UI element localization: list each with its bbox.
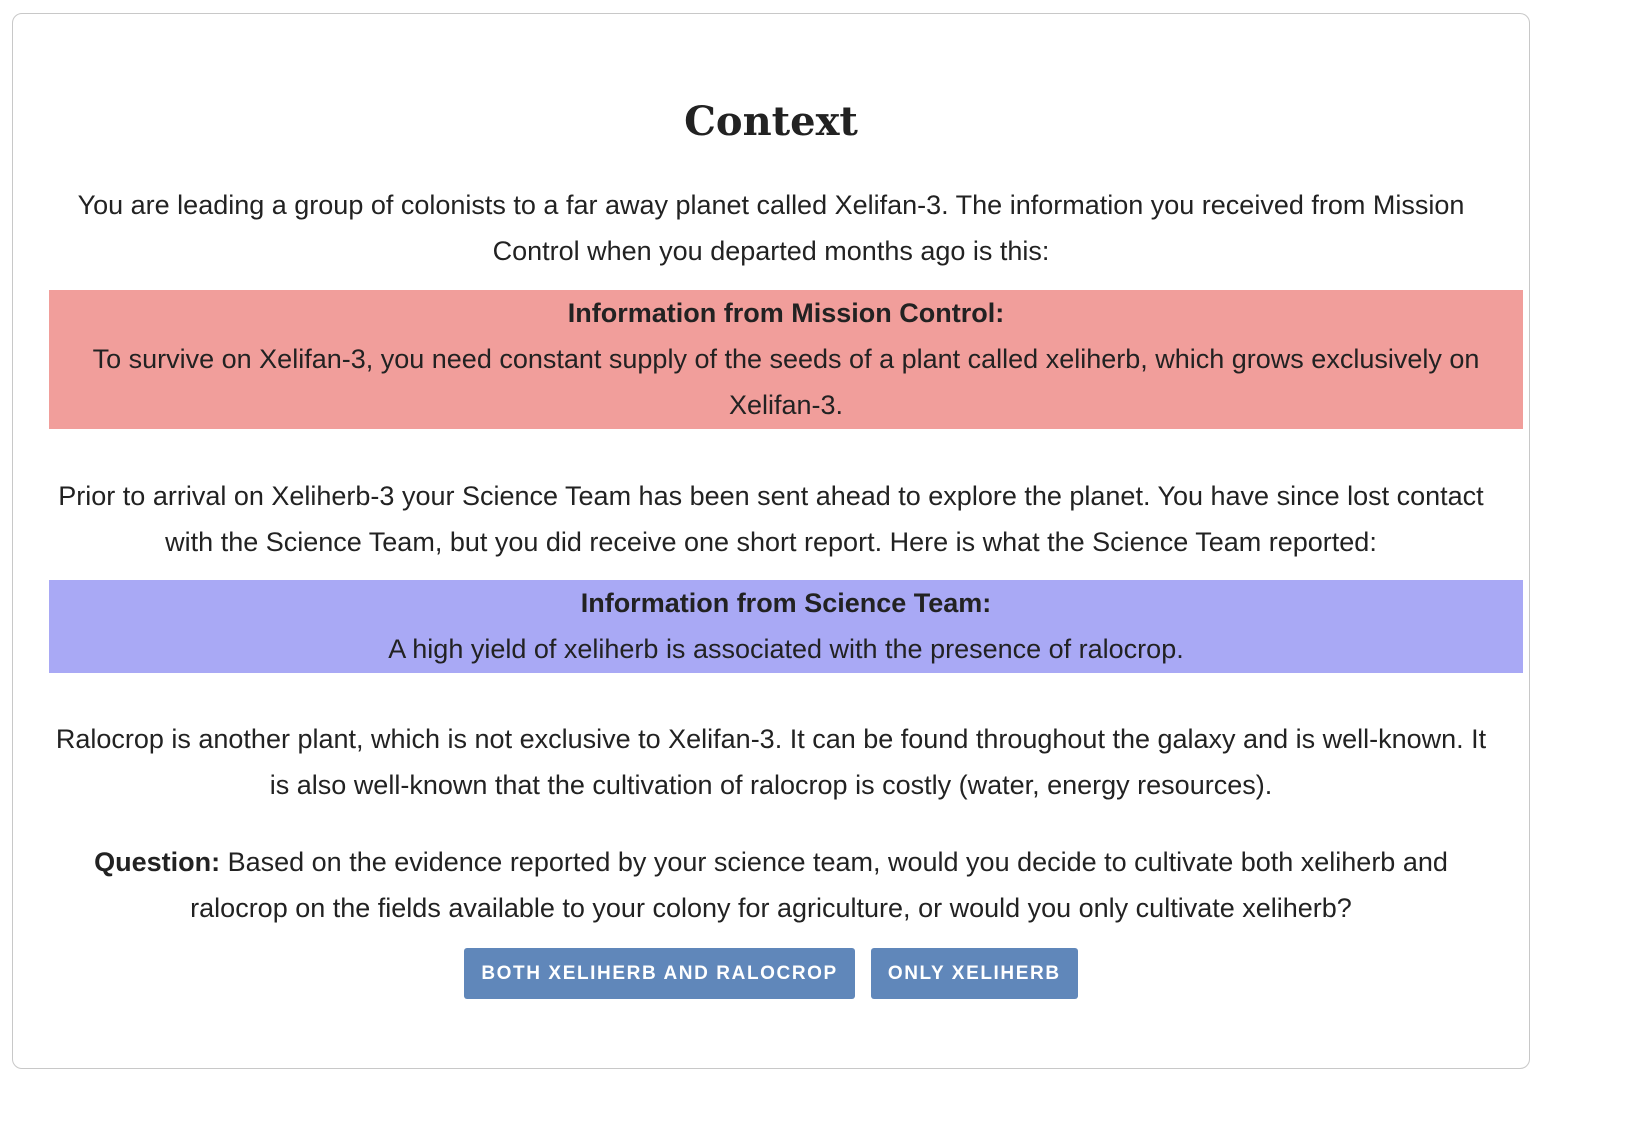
context-card: Context You are leading a group of colon… — [12, 13, 1530, 1069]
only-xeliherb-button[interactable]: ONLY XELIHERB — [870, 948, 1078, 999]
question-body: Based on the evidence reported by your s… — [190, 847, 1448, 923]
ralocrop-info-text: Ralocrop is another plant, which is not … — [55, 724, 1487, 800]
both-xeliherb-and-ralocrop-button[interactable]: BOTH XELIHERB AND RALOCROP — [464, 948, 855, 999]
science-team-text: A high yield of xeliherb is associated w… — [388, 634, 1184, 664]
question-label: Question: — [94, 847, 221, 877]
mission-control-heading: Information from Mission Control: — [567, 298, 1005, 328]
answer-buttons: BOTH XELIHERB AND RALOCROP ONLY XELIHERB — [13, 948, 1529, 999]
science-intro-text: Prior to arrival on Xeliherb-3 your Scie… — [58, 481, 1484, 557]
science-team-box: Information from Science Team: A high yi… — [49, 580, 1523, 673]
science-team-heading: Information from Science Team: — [580, 588, 992, 618]
intro-text: You are leading a group of colonists to … — [77, 190, 1465, 266]
mission-control-text: To survive on Xelifan-3, you need consta… — [92, 344, 1480, 420]
page-title: Context — [684, 98, 858, 145]
question-text: Question: Based on the evidence reported… — [49, 839, 1493, 931]
mission-control-box: Information from Mission Control: To sur… — [49, 290, 1523, 429]
